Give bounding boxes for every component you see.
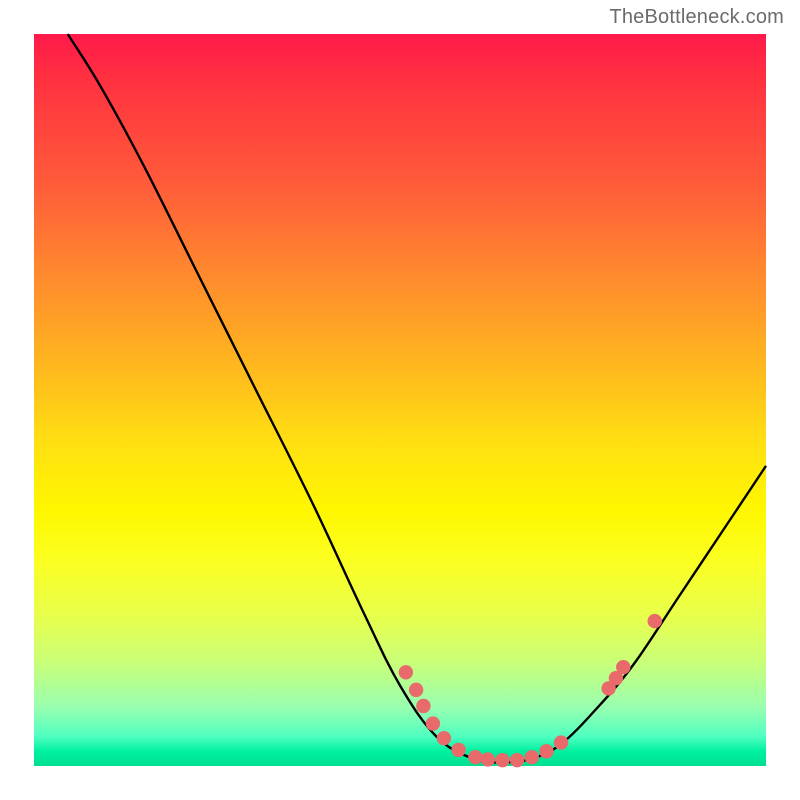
highlight-dot [468,750,482,764]
watermark-text: TheBottleneck.com [609,6,784,29]
highlight-dot [409,683,423,697]
highlight-dots-group [399,614,662,767]
highlight-dot [399,665,413,679]
highlight-dot [554,735,568,749]
highlight-dot [616,660,630,674]
highlight-dot [525,750,539,764]
highlight-dot [426,716,440,730]
highlight-dot [416,699,430,713]
curve-line [68,34,766,762]
highlight-dot [648,614,662,628]
highlight-dot [539,744,553,758]
bottleneck-chart [34,34,766,766]
highlight-dot [495,753,509,767]
highlight-dot [481,752,495,766]
highlight-dot [451,743,465,757]
highlight-dot [510,753,524,767]
highlight-dot [437,731,451,745]
